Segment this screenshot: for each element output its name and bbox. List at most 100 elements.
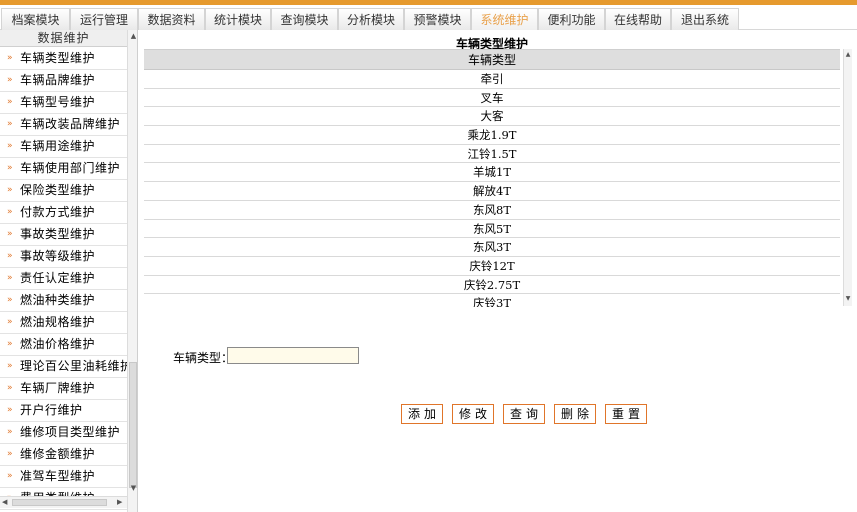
sidebar-item-label: 车辆品牌维护 <box>20 73 96 87</box>
bullet-icon: » <box>7 405 14 415</box>
grid-vertical-scrollbar[interactable]: ▲ ▼ <box>843 49 852 306</box>
tab-operation[interactable]: 运行管理 <box>70 8 138 30</box>
sidebar-item-label: 车辆类型维护 <box>20 51 96 65</box>
bullet-icon: » <box>7 295 14 305</box>
bullet-icon: » <box>7 471 14 481</box>
tab-query[interactable]: 查询模块 <box>271 8 338 30</box>
bullet-icon: » <box>7 339 14 349</box>
sidebar-horizontal-scrollbar[interactable]: ◀ ▶ <box>0 496 127 508</box>
sidebar-item-fuel-spec[interactable]: » 燃油规格维护 <box>0 312 127 334</box>
sidebar-item-label: 车辆改装品牌维护 <box>20 117 121 131</box>
sidebar-item-label: 车辆型号维护 <box>20 95 96 109</box>
scroll-left-icon[interactable]: ◀ <box>2 497 7 508</box>
tab-archive[interactable]: 档案模块 <box>1 8 70 30</box>
sidebar-item-fuel-consumption[interactable]: » 理论百公里油耗维护 <box>0 356 127 378</box>
sidebar-item-label: 理论百公里油耗维护 <box>20 359 127 373</box>
tab-system-maintenance[interactable]: 系统维护 <box>471 8 538 30</box>
scroll-up-icon[interactable]: ▲ <box>844 51 852 58</box>
grid-row[interactable]: 东风5T <box>144 220 840 239</box>
sidebar-item-label: 车辆使用部门维护 <box>20 161 121 175</box>
tab-exit[interactable]: 退出系统 <box>671 8 739 30</box>
sidebar-vertical-scrollbar[interactable]: ▲ ▼ <box>127 30 137 512</box>
grid-row[interactable]: 牵引 <box>144 70 840 89</box>
sidebar-item-vehicle-model[interactable]: » 车辆型号维护 <box>0 92 127 114</box>
bullet-icon: » <box>7 317 14 327</box>
sidebar-item-liability[interactable]: » 责任认定维护 <box>0 268 127 290</box>
grid-row[interactable]: 大客 <box>144 107 840 127</box>
bullet-icon: » <box>7 119 14 129</box>
sidebar-item-accident-type[interactable]: » 事故类型维护 <box>0 224 127 246</box>
tab-statistics[interactable]: 统计模块 <box>205 8 271 30</box>
tab-online-help[interactable]: 在线帮助 <box>605 8 671 30</box>
sidebar-item-bank[interactable]: » 开户行维护 <box>0 400 127 422</box>
grid-row[interactable]: 叉车 <box>144 89 840 108</box>
vehicle-type-label: 车辆类型： <box>173 351 234 365</box>
sidebar-item-label: 维修项目类型维护 <box>20 425 121 439</box>
sidebar-item-accident-level[interactable]: » 事故等级维护 <box>0 246 127 268</box>
sidebar-item-label: 事故类型维护 <box>20 227 96 241</box>
sidebar-item-insurance-type[interactable]: » 保险类型维护 <box>0 180 127 202</box>
sidebar-item-label: 保险类型维护 <box>20 183 96 197</box>
sidebar-item-label: 付款方式维护 <box>20 205 96 219</box>
tab-analysis[interactable]: 分析模块 <box>338 8 404 30</box>
sidebar-item-repair-type[interactable]: » 维修项目类型维护 <box>0 422 127 444</box>
sidebar-item-vehicle-brand[interactable]: » 车辆品牌维护 <box>0 70 127 92</box>
bullet-icon: » <box>7 141 14 151</box>
grid-row[interactable]: 乘龙1.9T <box>144 126 840 145</box>
vehicle-type-input[interactable] <box>227 347 359 364</box>
sidebar-item-vehicle-usage[interactable]: » 车辆用途维护 <box>0 136 127 158</box>
sidebar-item-label: 车辆厂牌维护 <box>20 381 96 395</box>
sidebar-item-label: 燃油价格维护 <box>20 337 96 351</box>
delete-button[interactable]: 删除 <box>554 404 596 424</box>
grid-column-header: 车辆类型 <box>144 50 840 70</box>
sidebar-item-label: 燃油规格维护 <box>20 315 96 329</box>
edit-button[interactable]: 修改 <box>452 404 494 424</box>
grid-row[interactable]: 东风3T <box>144 238 840 257</box>
vehicle-type-grid: 车辆类型 牵引 叉车 大客 乘龙1.9T 江铃1.5T 羊城1T 解放4T 东风… <box>144 49 840 307</box>
sidebar-item-label: 车辆用途维护 <box>20 139 96 153</box>
sidebar-item-license-class[interactable]: » 准驾车型维护 <box>0 466 127 488</box>
sidebar-item-label: 事故等级维护 <box>20 249 96 263</box>
scroll-down-icon[interactable]: ▼ <box>844 295 852 302</box>
sidebar-item-repair-amount[interactable]: » 维修金额维护 <box>0 444 127 466</box>
sidebar-item-fuel-price[interactable]: » 燃油价格维护 <box>0 334 127 356</box>
sidebar-item-manufacturer[interactable]: » 车辆厂牌维护 <box>0 378 127 400</box>
sidebar-header: 数据维护 <box>0 30 127 47</box>
sidebar-list: » 车辆类型维护 » 车辆品牌维护 » 车辆型号维护 » 车辆改装品牌维护 » 车辆用途维… <box>0 48 127 510</box>
tab-convenience[interactable]: 便利功能 <box>538 8 605 30</box>
sidebar-item-label: 维修金额维护 <box>20 447 96 461</box>
grid-row[interactable]: 江铃1.5T <box>144 145 840 164</box>
query-button[interactable]: 查询 <box>503 404 545 424</box>
sidebar-item-fuel-type[interactable]: » 燃油种类维护 <box>0 290 127 312</box>
bullet-icon: » <box>7 251 14 261</box>
sidebar-item-label: 准驾车型维护 <box>20 469 96 483</box>
add-button[interactable]: 添加 <box>401 404 443 424</box>
reset-button[interactable]: 重置 <box>605 404 647 424</box>
scrollbar-thumb[interactable] <box>12 499 107 506</box>
sidebar-item-modification-brand[interactable]: » 车辆改装品牌维护 <box>0 114 127 136</box>
sidebar-item-label: 燃油种类维护 <box>20 293 96 307</box>
grid-row[interactable]: 庆铃12T <box>144 257 840 276</box>
sidebar-item-using-department[interactable]: » 车辆使用部门维护 <box>0 158 127 180</box>
scrollbar-thumb[interactable] <box>129 362 137 488</box>
grid-row[interactable]: 东风8T <box>144 201 840 220</box>
sidebar-item-label: 责任认定维护 <box>20 271 96 285</box>
bullet-icon: » <box>7 207 14 217</box>
grid-row[interactable]: 羊城1T <box>144 163 840 183</box>
main-nav: 档案模块 运行管理 数据资料 统计模块 查询模块 分析模块 预警模块 系统维护 … <box>0 5 857 30</box>
tab-warning[interactable]: 预警模块 <box>404 8 471 30</box>
sidebar-item-vehicle-type[interactable]: » 车辆类型维护 <box>0 48 127 70</box>
scroll-right-icon[interactable]: ▶ <box>117 497 122 508</box>
bullet-icon: » <box>7 75 14 85</box>
grid-row[interactable]: 庆铃2.75T <box>144 276 840 295</box>
sidebar-item-payment-method[interactable]: » 付款方式维护 <box>0 202 127 224</box>
bullet-icon: » <box>7 97 14 107</box>
bullet-icon: » <box>7 273 14 283</box>
grid-row[interactable]: 庆铃3T <box>144 294 840 307</box>
scroll-up-icon[interactable]: ▲ <box>129 32 137 40</box>
scroll-down-icon[interactable]: ▼ <box>129 484 137 492</box>
sidebar: 数据维护 » 车辆类型维护 » 车辆品牌维护 » 车辆型号维护 » 车辆改装品牌维护 »… <box>0 30 138 512</box>
tab-data[interactable]: 数据资料 <box>138 8 205 30</box>
grid-row[interactable]: 解放4T <box>144 182 840 201</box>
bullet-icon: » <box>7 427 14 437</box>
